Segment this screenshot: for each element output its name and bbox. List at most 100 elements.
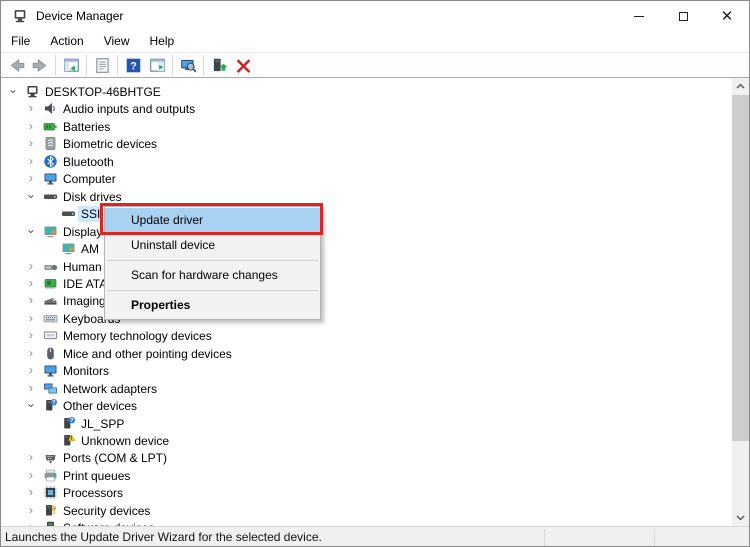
tree-item-print-queues[interactable]: › Print queues [1,467,733,485]
tree-item-memory-technology-devices[interactable]: › Memory technology devices [1,327,733,345]
expand-chevron-icon[interactable]: › [25,292,37,309]
tree-item-unknown-device[interactable]: !Unknown device [1,432,733,450]
back-arrow-button[interactable] [4,54,28,76]
expand-chevron-icon[interactable]: › [25,275,37,292]
collapse-chevron-icon[interactable]: › [5,86,22,98]
expand-chevron-icon[interactable]: › [25,170,37,187]
tree-item-label[interactable]: Mice and other pointing devices [60,346,235,362]
expand-chevron-icon[interactable]: › [25,153,37,170]
expand-chevron-icon[interactable]: › [25,502,37,519]
menu-help[interactable]: Help [140,31,185,52]
expand-chevron-icon[interactable]: › [25,327,37,344]
tree-item-label[interactable]: Batteries [60,119,113,135]
tree-item-label[interactable]: Processors [60,485,126,501]
expand-chevron-icon[interactable]: › [25,362,37,379]
properties-button[interactable] [90,54,114,76]
tree-item-network-adapters[interactable]: › Network adapters [1,380,733,398]
expand-chevron-icon[interactable]: › [25,380,37,397]
menu-bar: FileActionViewHelp [1,31,749,52]
tree-item-label[interactable]: Monitors [60,363,112,379]
collapse-chevron-icon[interactable]: › [23,190,40,202]
menu-action[interactable]: Action [40,31,93,52]
tree-item-label[interactable]: Disk drives [60,189,125,205]
tree-item-label[interactable]: Memory technology devices [60,328,215,344]
tree-item-processors[interactable]: › Processors [1,484,733,502]
expand-chevron-icon[interactable]: › [25,258,37,275]
minimize-button[interactable] [617,1,661,31]
tree-item-ports-com-lpt[interactable]: › Ports (COM & LPT) [1,449,733,467]
tree-item-label[interactable]: Bluetooth [60,154,117,170]
update-driver-button[interactable] [207,54,231,76]
console-tree-icon [63,57,80,74]
expand-chevron-icon[interactable]: › [25,467,37,484]
menu-file[interactable]: File [1,31,40,52]
maximize-button[interactable] [661,1,705,31]
printer-icon [43,468,58,483]
tree-item-mice-and-other-pointing-devices[interactable]: › Mice and other pointing devices [1,345,733,363]
collapse-chevron-icon[interactable]: › [23,400,40,412]
tree-item-label[interactable]: Unknown device [78,433,172,449]
tree-item-label[interactable]: Security devices [60,503,153,519]
tree-item-label[interactable]: SSI [78,206,103,222]
scroll-up-button[interactable] [732,78,749,95]
tree-item-security-devices[interactable]: › Security devices [1,502,733,520]
back-arrow-icon [8,57,25,74]
vertical-scrollbar[interactable] [732,78,749,526]
expand-chevron-icon[interactable]: › [25,135,37,152]
help-button[interactable]: ? [121,54,145,76]
tree-item-label[interactable]: Computer [60,171,119,187]
tree-item-jl-spp[interactable]: ?JL_SPP [1,415,733,433]
expand-chevron-icon[interactable]: › [25,345,37,362]
tree-item-audio-inputs-and-outputs[interactable]: › Audio inputs and outputs [1,100,733,118]
expand-chevron-icon[interactable]: › [25,484,37,501]
tree-item-computer[interactable]: › Computer [1,170,733,188]
tree-item-label[interactable]: Biometric devices [60,136,160,152]
tree-item-label[interactable]: Print queues [60,468,133,484]
action-pane-button[interactable] [145,54,169,76]
tree-item-label[interactable]: JL_SPP [78,416,127,432]
tree-item-disk-drives[interactable]: › Disk drives [1,188,733,206]
expand-chevron-icon[interactable]: › [25,449,37,466]
title-bar: Device Manager ✕ [1,1,749,31]
mouse-icon [43,346,58,361]
status-pane-divider [544,529,545,547]
tree-item-label[interactable]: DESKTOP-46BHTGE [42,84,164,100]
window-controls: ✕ [617,1,749,31]
forward-arrow-button[interactable] [28,54,52,76]
tree-item-biometric-devices[interactable]: › Biometric devices [1,135,733,153]
uninstall-device-button[interactable] [231,54,255,76]
console-tree-button[interactable] [59,54,83,76]
properties-icon [94,57,111,74]
context-menu-item-scan-for-hardware-changes[interactable]: Scan for hardware changes [105,263,320,288]
close-icon: ✕ [721,9,734,24]
action-pane-icon [149,57,166,74]
tree-item-label[interactable]: Network adapters [60,381,160,397]
context-menu-item-update-driver[interactable]: Update driver [105,208,320,233]
tree-item-desktop-46bhtge[interactable]: › DESKTOP-46BHTGE [1,83,733,101]
expand-chevron-icon[interactable]: › [25,310,37,327]
tree-item-label[interactable]: Ports (COM & LPT) [60,450,170,466]
menu-view[interactable]: View [94,31,140,52]
tree-item-label[interactable]: AM [78,241,102,257]
tree-item-label[interactable]: Audio inputs and outputs [60,101,198,117]
tree-item-batteries[interactable]: › Batteries [1,118,733,136]
toolbar-separator [55,55,56,75]
tree-item-other-devices[interactable]: ›?Other devices [1,397,733,415]
tree-item-software-devices[interactable]: ›Software devices [1,519,733,526]
display-icon [43,224,58,239]
close-button[interactable]: ✕ [705,1,749,31]
device-question-icon: ? [61,416,76,431]
tree-item-bluetooth[interactable]: › Bluetooth [1,153,733,171]
collapse-chevron-icon[interactable]: › [23,225,40,237]
scan-hardware-button[interactable] [176,54,200,76]
ports-icon [43,450,58,465]
expand-chevron-icon[interactable]: › [25,100,37,117]
expand-chevron-icon[interactable]: › [25,519,37,526]
scrollbar-thumb[interactable] [732,95,749,441]
tree-item-monitors[interactable]: › Monitors [1,362,733,380]
scroll-down-button[interactable] [732,509,749,526]
expand-chevron-icon[interactable]: › [25,118,37,135]
context-menu-item-uninstall-device[interactable]: Uninstall device [105,233,320,258]
context-menu-item-properties[interactable]: Properties [105,293,320,318]
tree-item-label[interactable]: Other devices [60,398,140,414]
